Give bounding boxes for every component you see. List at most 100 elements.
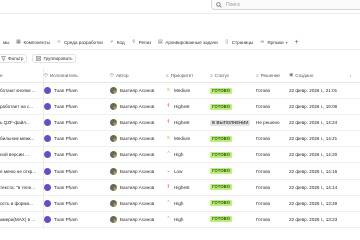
priority-cell[interactable]: ⇑ Highest [166,115,210,130]
summary-text[interactable]: амера(MAX) в ... [0,217,35,222]
table-row[interactable]: ботают кнопки ... Tuan Pham Бахтияр Асанов… [0,83,360,100]
author-cell[interactable]: Бахтияр Асанов [110,99,166,114]
column-resolution-header[interactable]: ≡ Решение [256,68,289,82]
assignee-cell[interactable]: Tuan Pham [44,115,110,130]
assignee-cell[interactable]: Tuan Pham [44,212,110,227]
assignee-cell[interactable]: Tuan Pham [44,99,110,114]
priority-cell[interactable]: ⌃ High [166,212,210,227]
filter-button[interactable]: Фильтр [0,54,28,63]
priority-cell[interactable]: ⌄ Low [166,163,210,178]
assignee-cell[interactable]: Tuan Pham [44,180,110,195]
list-icon: ≡ [256,72,259,78]
assignee-name: Tuan Pham [54,168,78,174]
priority-cell[interactable]: ≡ Medium [166,131,210,146]
tab-shortcuts[interactable]: ∞ Ярлыки ▾ [256,36,290,48]
author-cell[interactable]: Бахтияр Асанов [110,83,166,98]
table-row[interactable]: ь QZF-файл... Tuan Pham Бахтияр Асанов ⇑ Hig… [0,115,360,132]
status-cell[interactable]: ГОТОВО [210,131,256,146]
author-cell[interactable]: Бахтияр Асанов [110,180,166,195]
summary-text[interactable]: бильном межк... [0,136,34,141]
column-assignee-header[interactable]: ◷ Исполнитель [44,68,110,82]
status-cell[interactable]: В ВЫПОЛНЕНИИ [210,115,256,130]
priority-cell[interactable]: ≡ Medium [166,83,210,98]
table-row[interactable]: текста: "в теле... Tuan Pham Бахтияр Асано… [0,179,360,196]
assignee-cell[interactable]: Tuan Pham [44,83,110,98]
table-row[interactable]: амера(MAX) в ... Tuan Pham Бахтияр Асанов ⌃… [0,211,360,228]
resolution-cell: Готово [256,83,289,98]
summary-text[interactable]: ь QZF-файл... [0,120,30,125]
table-row[interactable]: ной версии ... Tuan Pham Бахтияр Асанов ⌃ Hi… [0,147,360,164]
author-cell[interactable]: Бахтияр Асанов [110,115,166,130]
status-badge[interactable]: ГОТОВО [210,87,233,94]
table-row[interactable]: е меню не откр... Tuan Pham Бахтияр Асанов… [0,163,360,180]
status-badge[interactable]: ГОТОВО [210,103,233,110]
sort-arrow-icon[interactable]: ↓ [350,73,352,78]
author-cell[interactable]: Бахтияр Асанов [110,212,166,227]
status-cell[interactable]: ГОТОВО [210,83,256,98]
status-badge[interactable]: ГОТОВО [210,151,233,158]
tab-code[interactable]: ⑂ Код [106,36,128,48]
column-priority-header[interactable]: ≡ Приоритет [166,68,210,82]
status-badge[interactable]: ГОТОВО [210,168,233,175]
table-row[interactable]: бильном межк... Tuan Pham Бахтияр Асанов ≡ M… [0,131,360,148]
table-row[interactable]: работает на с... Tuan Pham Бахтияр Асанов ⇑… [0,99,360,116]
summary-cell[interactable]: е меню не откр... [0,163,40,178]
tab-dev-env[interactable]: ‹› Среда разработки [53,36,106,48]
summary-cell[interactable]: текста: "в теле... [0,180,40,195]
column-status-header[interactable]: ≡ Статус [210,68,256,82]
priority-cell[interactable]: ⌃ High [166,147,210,162]
group-button[interactable]: Группировать [32,54,77,63]
priority-cell[interactable]: ⌃ High [166,196,210,211]
column-author-header[interactable]: ◷ Автор [110,68,166,82]
tab-pages[interactable]: ▯ Страницы [221,36,257,48]
tab-release[interactable]: ⇪ Релиз [128,36,155,48]
status-cell[interactable]: ГОТОВО [210,163,256,178]
assignee-name: Tuan Pham [54,216,78,222]
status-cell[interactable]: ГОТОВО [210,212,256,227]
summary-text[interactable]: е меню не откр... [0,169,36,174]
summary-cell[interactable]: ь QZF-файл... [0,115,40,130]
assignee-cell[interactable]: Tuan Pham [44,147,110,162]
table-row[interactable]: ость и форма... Tuan Pham Бахтияр Асанов ⌃ H… [0,195,360,212]
assignee-cell[interactable]: Tuan Pham [44,131,110,146]
summary-cell[interactable]: ботают кнопки ... [0,83,40,98]
column-created-header[interactable]: ▣ Создано ↓ [289,68,360,82]
author-cell[interactable]: Бахтияр Асанов [110,196,166,211]
summary-text[interactable]: ной версии ... [0,152,29,157]
status-badge[interactable]: ГОТОВО [210,216,233,223]
tab-people[interactable]: мы [0,36,12,48]
tab-archived[interactable]: ▤ Архивированные задачи [154,36,220,48]
summary-cell[interactable]: амера(MAX) в ... [0,212,40,227]
search-input[interactable]: Поиск [211,0,360,10]
add-tab-button[interactable]: + [291,36,303,48]
column-summary-header[interactable]: е [0,68,40,82]
priority-cell[interactable]: ⇑ Highest [166,99,210,114]
summary-text[interactable]: ботают кнопки ... [0,88,36,93]
status-cell[interactable]: ГОТОВО [210,196,256,211]
summary-text[interactable]: работает на с... [0,104,33,109]
priority-icon: ⌃ [166,199,171,206]
search-placeholder: Поиск [226,1,240,8]
status-cell[interactable]: ГОТОВО [210,99,256,114]
assignee-cell[interactable]: Tuan Pham [44,196,110,211]
status-badge[interactable]: В ВЫПОЛНЕНИИ [210,119,251,126]
tab-components[interactable]: ▦ Компоненты [12,36,52,48]
status-badge[interactable]: ГОТОВО [210,184,233,191]
author-cell[interactable]: Бахтияр Асанов [110,147,166,162]
status-badge[interactable]: ГОТОВО [210,200,233,207]
summary-cell[interactable]: ость и форма... [0,196,40,211]
summary-text[interactable]: ость и форма... [0,201,33,206]
status-cell[interactable]: ГОТОВО [210,180,256,195]
summary-cell[interactable]: ной версии ... [0,147,40,162]
summary-cell[interactable]: работает на с... [0,99,40,114]
priority-cell[interactable]: ⇑ Highest [166,180,210,195]
group-label: Группировать [43,56,73,61]
status-badge[interactable]: ГОТОВО [210,135,233,142]
author-cell[interactable]: Бахтияр Асанов [110,131,166,146]
summary-text[interactable]: текста: "в теле... [0,185,35,190]
status-cell[interactable]: ГОТОВО [210,147,256,162]
summary-cell[interactable]: бильном межк... [0,131,40,146]
assignee-cell[interactable]: Tuan Pham [44,163,110,178]
avatar [110,183,117,191]
author-cell[interactable]: Бахтияр Асанов [110,163,166,178]
